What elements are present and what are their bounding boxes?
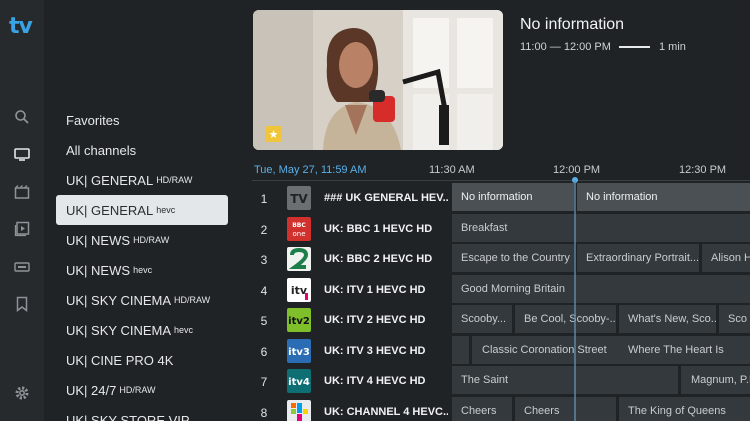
channel-logo: BBC one: [287, 217, 311, 241]
channel-row[interactable]: 4 itv UK: ITV 1 HEVC HD Good Morning Bri…: [252, 275, 750, 305]
channel-number: 5: [260, 314, 268, 328]
category-list: Favorites All channels UK| GENERAL HD/RAW…: [56, 105, 228, 421]
category-uk-general-hd[interactable]: UK| GENERAL HD/RAW: [56, 165, 228, 195]
svg-text:itv2: itv2: [288, 316, 310, 327]
svg-text:one: one: [292, 230, 305, 238]
channel-number: 4: [260, 284, 268, 298]
channel-logo: itv4: [287, 369, 311, 393]
category-uk-cine-pro-4k[interactable]: UK| CINE PRO 4K: [56, 345, 228, 375]
guide-divider: [252, 180, 750, 181]
channel-number: 3: [260, 253, 268, 267]
now-playing-time: 11:00 — 12:00 PM: [520, 41, 611, 53]
channel-name: UK: BBC 2 HEVC HD: [324, 253, 433, 265]
program-cell[interactable]: Escape to the Country: [452, 244, 574, 272]
program-cell[interactable]: Extraordinary Portrait...: [577, 244, 699, 272]
svg-text:★: ★: [269, 128, 279, 141]
channel-row[interactable]: 5 itv2 UK: ITV 2 HEVC HD Scooby... Be Co…: [252, 305, 750, 335]
channel-row[interactable]: 3 UK: BBC 2 HEVC HD Escape to the Countr…: [252, 244, 750, 274]
category-uk-sky-cinema-hd[interactable]: UK| SKY CINEMA HD/RAW: [56, 285, 228, 315]
channel-logo: [287, 400, 311, 421]
svg-text:BBC: BBC: [292, 222, 306, 229]
channel-number: 8: [260, 406, 268, 420]
category-uk-24-7[interactable]: UK| 24/7 HD/RAW: [56, 375, 228, 405]
program-cell[interactable]: Where The Heart Is: [619, 336, 750, 364]
channel-row[interactable]: 2 BBC one UK: BBC 1 HEVC HD Breakfast: [252, 214, 750, 244]
category-all-channels[interactable]: All channels: [56, 135, 228, 165]
channel-logo: itv: [287, 278, 311, 302]
program-cell[interactable]: What's New, Sco...: [619, 305, 716, 333]
channel-name: UK: ITV 3 HEVC HD: [324, 345, 426, 357]
program-cell[interactable]: The Saint: [452, 366, 678, 394]
channel-number: 1: [260, 192, 268, 206]
channel-row[interactable]: 7 itv4 UK: ITV 4 HEVC HD The Saint Magnu…: [252, 366, 750, 396]
category-uk-news-hevc[interactable]: UK| NEWS hevc: [56, 255, 228, 285]
channel-number: 7: [260, 375, 268, 389]
channel-logo: [287, 247, 311, 271]
time-tick: 12:30 PM: [679, 164, 727, 176]
tv-icon[interactable]: [12, 144, 32, 164]
svg-text:TV: TV: [290, 192, 308, 206]
time-tick: 12:00 PM: [553, 164, 601, 176]
program-cell[interactable]: Good Morning Britain: [452, 275, 750, 303]
program-cell[interactable]: Sco: [719, 305, 750, 333]
now-playing-duration: 1 min: [659, 41, 686, 53]
category-uk-news-hd[interactable]: UK| NEWS HD/RAW: [56, 225, 228, 255]
settings-icon[interactable]: [12, 383, 32, 403]
channel-logo: itv2: [287, 308, 311, 332]
channel-row[interactable]: 1 TV ### UK GENERAL HEV... No informatio…: [252, 183, 750, 213]
channel-name: ### UK GENERAL HEV...: [324, 192, 448, 204]
guide-date: Tue, May 27, 11:59 AM: [254, 164, 367, 176]
svg-text:itv4: itv4: [288, 377, 310, 388]
movies-icon[interactable]: [12, 182, 32, 202]
time-tick: 11:30 AM: [429, 164, 475, 176]
program-cell[interactable]: The King of Queens: [619, 397, 750, 421]
channel-row[interactable]: 8 UK: CHANNEL 4 HEVC... Cheers Cheers Th…: [252, 397, 750, 421]
channel-logo: itv3: [287, 339, 311, 363]
now-playing-title: No information: [520, 16, 625, 33]
bookmark-icon[interactable]: [12, 294, 32, 314]
channel-number: 2: [260, 223, 268, 237]
program-cell[interactable]: No information: [577, 183, 750, 211]
channel-name: UK: ITV 1 HEVC HD: [324, 284, 426, 296]
search-icon[interactable]: [12, 107, 32, 127]
program-cell[interactable]: Breakfast: [452, 214, 750, 242]
program-cell[interactable]: Be Cool, Scooby-...: [515, 305, 616, 333]
nav-rail: tv: [0, 0, 44, 421]
series-icon[interactable]: [12, 219, 32, 239]
category-uk-sky-cinema-hevc[interactable]: UK| SKY CINEMA hevc: [56, 315, 228, 345]
program-cell[interactable]: Alison H: [702, 244, 750, 272]
video-frame: ★: [253, 10, 503, 150]
category-favorites[interactable]: Favorites: [56, 105, 228, 135]
program-cell[interactable]: Magnum, P.I.: [681, 366, 750, 394]
program-cell-empty[interactable]: [452, 336, 469, 364]
channel-name: UK: ITV 4 HEVC HD: [324, 375, 426, 387]
channel-name: UK: CHANNEL 4 HEVC...: [324, 406, 448, 418]
program-cell[interactable]: No information: [452, 183, 574, 211]
app-logo: tv: [9, 14, 33, 39]
channel-name: UK: BBC 1 HEVC HD: [324, 223, 433, 235]
channel-number: 6: [260, 345, 268, 359]
channel-row[interactable]: 6 itv3 UK: ITV 3 HEVC HD Classic Coronat…: [252, 336, 750, 366]
channel-logo: TV: [287, 186, 311, 210]
program-cell[interactable]: Cheers: [515, 397, 616, 421]
program-cell[interactable]: Cheers: [452, 397, 512, 421]
now-playing-progress: [619, 46, 650, 48]
program-cell[interactable]: Classic Coronation Street: [472, 336, 619, 364]
svg-text:itv3: itv3: [288, 347, 310, 358]
category-uk-general-hevc[interactable]: UK| GENERAL hevc: [56, 195, 228, 225]
channel-name: UK: ITV 2 HEVC HD: [324, 314, 426, 326]
category-uk-sky-store-vip[interactable]: UK| SKY STORE VIP: [56, 405, 228, 421]
video-preview[interactable]: ★: [253, 10, 503, 150]
now-indicator-line: [574, 180, 576, 421]
program-cell[interactable]: Scooby...: [452, 305, 512, 333]
epg-icon[interactable]: [12, 257, 32, 277]
